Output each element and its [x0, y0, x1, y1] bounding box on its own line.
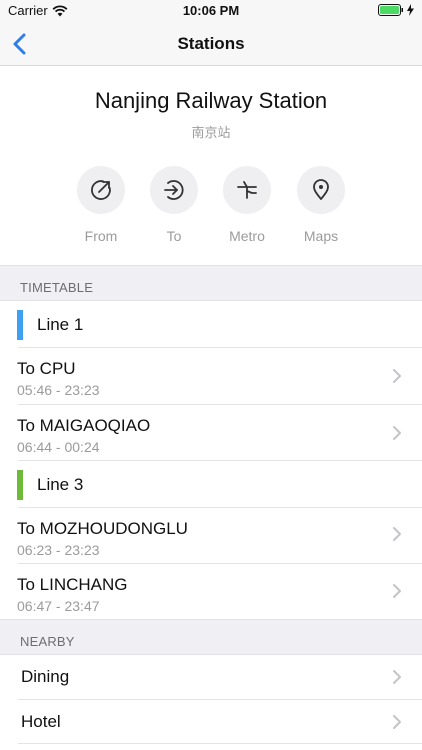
- chevron-right-icon: [393, 426, 401, 440]
- line-color-bar: [17, 470, 23, 500]
- status-right: [378, 4, 414, 16]
- nearby-item-label: Dining: [21, 667, 70, 686]
- metro-circle[interactable]: [223, 166, 271, 214]
- status-time: 10:06 PM: [182, 3, 240, 18]
- destination-name: To MAIGAOQIAO: [17, 416, 151, 435]
- destination-row[interactable]: To MOZHOUDONGLU 06:23 - 23:23: [0, 508, 422, 564]
- from-label: From: [84, 228, 118, 244]
- from-button[interactable]: From: [71, 166, 131, 244]
- service-hours: 06:44 - 00:24: [17, 439, 100, 455]
- line-name: Line 1: [37, 315, 84, 334]
- chevron-right-icon: [393, 369, 401, 383]
- chevron-right-icon: [393, 715, 401, 729]
- service-hours: 06:23 - 23:23: [17, 542, 100, 558]
- arrow-enter-circle-icon: [164, 180, 184, 200]
- status-bar: Carrier 10:06 PM: [0, 0, 422, 22]
- nav-title: Stations: [177, 34, 245, 53]
- line-color-bar: [17, 310, 23, 340]
- metro-junction-icon: [237, 181, 257, 199]
- destination-name: To CPU: [17, 359, 76, 378]
- station-native-name: 南京站: [191, 125, 231, 140]
- destination-name: To MOZHOUDONGLU: [17, 519, 188, 538]
- destination-row[interactable]: To LINCHANG 06:47 - 23:47: [0, 564, 422, 619]
- destination-row[interactable]: To CPU 05:46 - 23:23: [0, 348, 422, 405]
- maps-label: Maps: [303, 228, 339, 244]
- service-hours: 06:47 - 23:47: [17, 598, 100, 614]
- nearby-item-hotel[interactable]: Hotel: [0, 700, 422, 744]
- maps-circle[interactable]: [297, 166, 345, 214]
- destination-row[interactable]: To MAIGAOQIAO 06:44 - 00:24: [0, 405, 422, 461]
- nearby-item-dining[interactable]: Dining: [0, 655, 422, 700]
- line-name: Line 3: [37, 475, 84, 494]
- metro-button[interactable]: Metro: [217, 166, 277, 244]
- chevron-right-icon: [393, 527, 401, 541]
- battery-icon: [378, 4, 403, 16]
- line-row-line-3: Line 3: [0, 461, 422, 508]
- charging-bolt-icon: [407, 4, 414, 16]
- chevron-right-icon: [393, 670, 401, 684]
- nearby-section-header: NEARBY: [0, 619, 422, 655]
- timetable-section-header: TIMETABLE: [0, 265, 422, 301]
- from-circle[interactable]: [77, 166, 125, 214]
- station-header: Nanjing Railway Station 南京站 From To Metr…: [0, 66, 422, 264]
- metro-label: Metro: [229, 228, 265, 244]
- line-row-line-1: Line 1: [0, 301, 422, 348]
- nearby-header-label: NEARBY: [20, 634, 75, 649]
- nearby-item-label: Hotel: [21, 712, 61, 731]
- action-buttons: From To Metro Maps: [0, 166, 422, 256]
- arrow-up-right-circle-icon: [91, 180, 111, 200]
- to-label: To: [166, 228, 182, 244]
- to-button[interactable]: To: [144, 166, 204, 244]
- maps-button[interactable]: Maps: [291, 166, 351, 244]
- map-pin-icon: [313, 179, 329, 200]
- navigation-bar: Stations: [0, 22, 422, 66]
- timetable-header-label: TIMETABLE: [20, 280, 94, 295]
- destination-name: To LINCHANG: [17, 575, 128, 594]
- chevron-right-icon: [393, 584, 401, 598]
- to-circle[interactable]: [150, 166, 198, 214]
- service-hours: 05:46 - 23:23: [17, 382, 100, 398]
- station-name: Nanjing Railway Station: [94, 88, 328, 113]
